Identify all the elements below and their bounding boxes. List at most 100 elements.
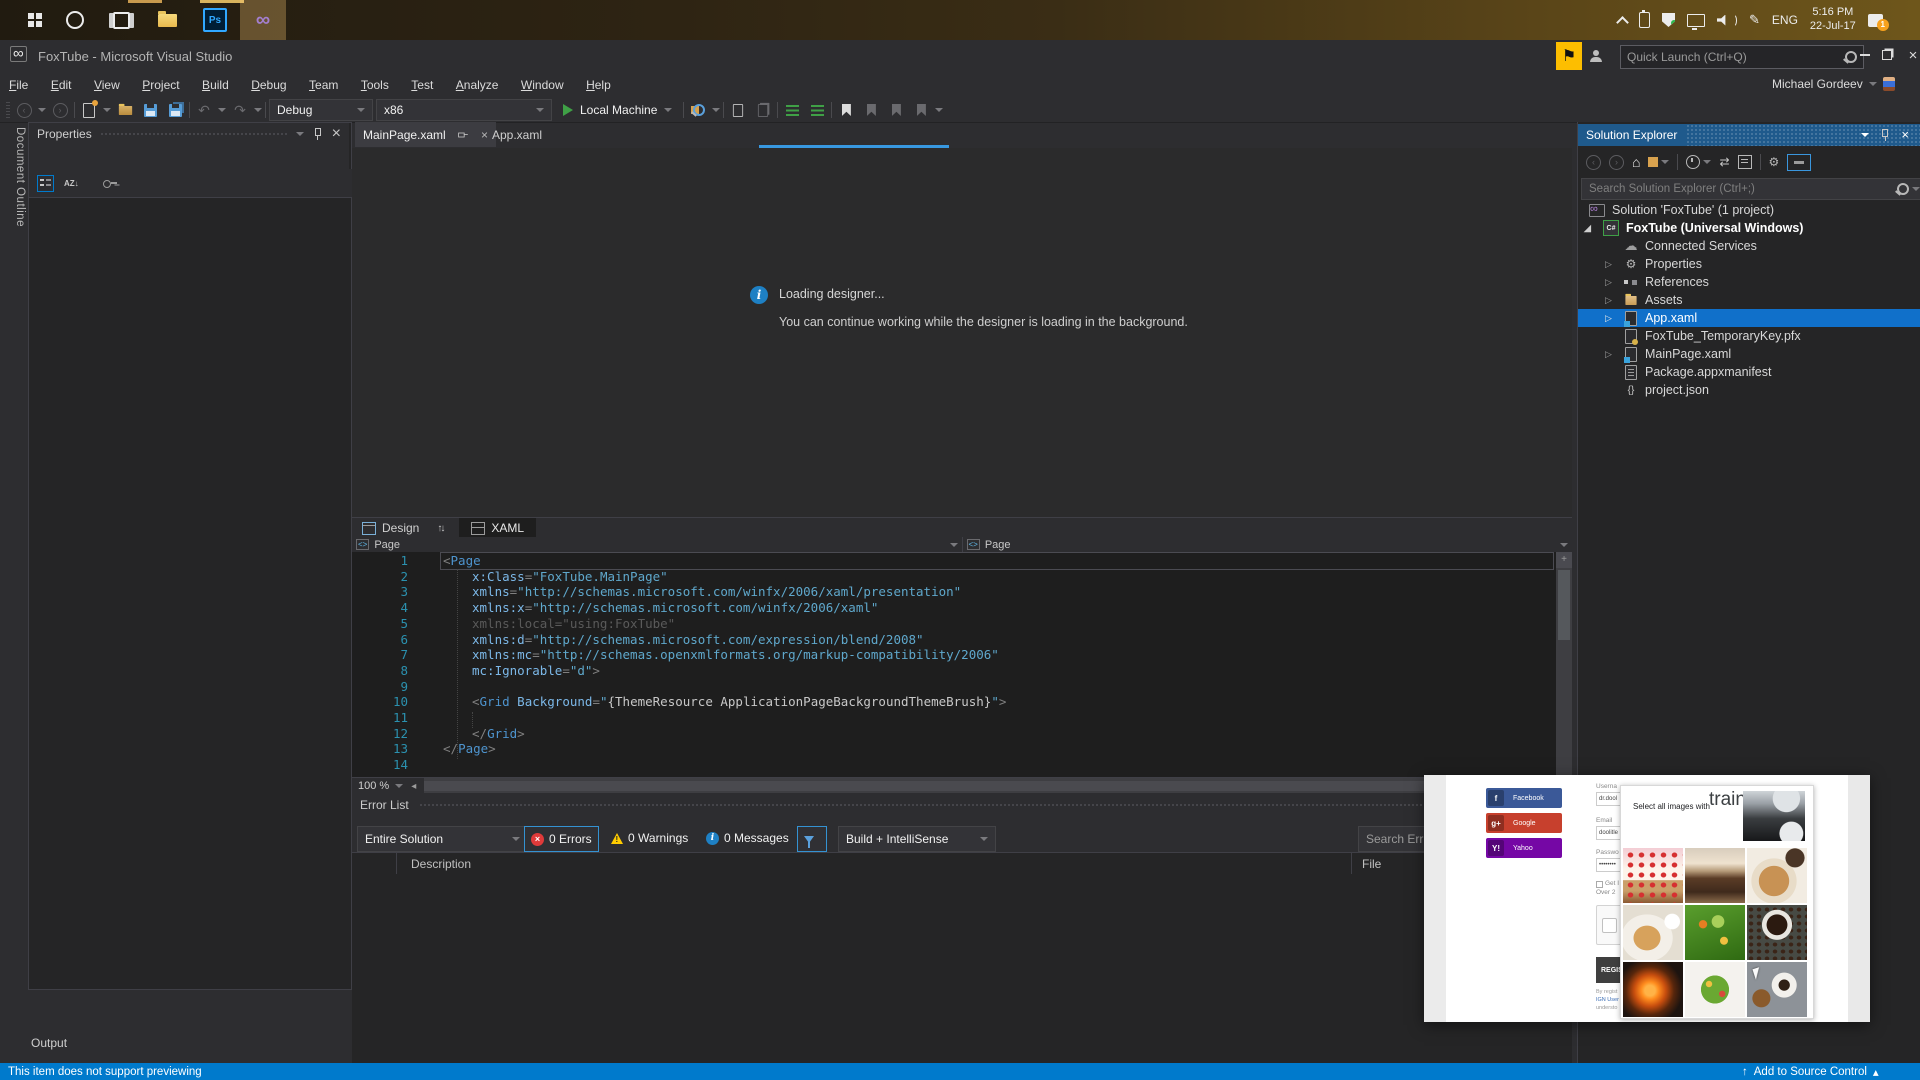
chevron-collapsed-icon[interactable]: ▷: [1605, 277, 1612, 288]
element-breadcrumb-right[interactable]: <> Page: [961, 537, 1573, 552]
language-indicator[interactable]: ENG: [1772, 13, 1798, 27]
clear-bookmarks-button[interactable]: [910, 99, 932, 121]
tree-item-references[interactable]: ▷ References: [1578, 273, 1920, 291]
volume-icon[interactable]: [1717, 13, 1737, 27]
photoshop-button[interactable]: Ps: [192, 0, 238, 40]
tree-item-assets[interactable]: ▷ Assets: [1578, 291, 1920, 309]
window-position-icon[interactable]: [1861, 133, 1869, 137]
quick-launch-input[interactable]: Quick Launch (Ctrl+Q): [1620, 45, 1864, 69]
captcha-tile-coffee-beans[interactable]: [1747, 905, 1807, 960]
document-outline-tab[interactable]: Document Outline: [2, 127, 26, 277]
menu-window[interactable]: Window: [512, 74, 573, 96]
error-scope-dropdown[interactable]: Entire Solution: [357, 826, 528, 852]
nav-forward-button[interactable]: ›: [49, 99, 71, 121]
tree-item-project-json[interactable]: {} project.json: [1578, 381, 1920, 399]
code-line[interactable]: 1 <Page: [352, 553, 1556, 569]
chevron-collapsed-icon[interactable]: ▷: [1605, 349, 1612, 360]
scroll-left-icon[interactable]: ◂: [411, 781, 416, 792]
menu-team[interactable]: Team: [300, 74, 347, 96]
menu-file[interactable]: File: [0, 74, 37, 96]
nav-back-button[interactable]: ‹: [13, 99, 35, 121]
pen-icon[interactable]: ✎: [1749, 12, 1760, 28]
tree-item-properties[interactable]: ▷ ⚙ Properties: [1578, 255, 1920, 273]
configuration-dropdown[interactable]: Debug: [269, 99, 373, 121]
network-display-icon[interactable]: [1687, 13, 1705, 30]
category-column[interactable]: [352, 853, 397, 875]
code-line[interactable]: 10 <Grid Background="{ThemeResource Appli…: [352, 694, 1556, 710]
collapse-all-icon[interactable]: [1737, 155, 1752, 169]
tree-item-project-foxtube[interactable]: ◢ C# FoxTube (Universal Windows): [1578, 219, 1920, 237]
home-icon[interactable]: ⌂: [1632, 154, 1640, 170]
preview-selected-items-button[interactable]: [1787, 153, 1812, 171]
menu-tools[interactable]: Tools: [352, 74, 398, 96]
menu-view[interactable]: View: [85, 74, 129, 96]
property-key-icon[interactable]: [102, 180, 117, 188]
scrollbar-thumb[interactable]: [424, 781, 1525, 791]
menu-analyze[interactable]: Analyze: [447, 74, 508, 96]
redo-button[interactable]: ↷: [229, 99, 251, 121]
pin-icon[interactable]: [314, 128, 322, 140]
add-to-source-control-button[interactable]: ↑ Add to Source Control ▴: [1742, 1065, 1879, 1079]
solution-explorer-header[interactable]: Solution Explorer ×: [1578, 124, 1920, 146]
swap-panes-icon[interactable]: ↑↓: [437, 523, 445, 534]
code-line[interactable]: 11: [352, 710, 1556, 726]
tree-item-mainpage-xaml[interactable]: ▷ MainPage.xaml: [1578, 345, 1920, 363]
code-line[interactable]: 2 x:Class="FoxTube.MainPage": [352, 569, 1556, 585]
close-button[interactable]: ×: [1896, 42, 1920, 68]
solution-explorer-search-input[interactable]: Search Solution Explorer (Ctrl+;): [1581, 178, 1920, 200]
code-line[interactable]: 8 mc:Ignorable="d">: [352, 663, 1556, 679]
chevron-down-icon[interactable]: [218, 108, 226, 112]
code-line[interactable]: 12 </Grid>: [352, 726, 1556, 742]
sync-icon[interactable]: ⇄: [1719, 155, 1729, 169]
properties-gear-icon[interactable]: ⚙: [1769, 155, 1780, 169]
captcha-tile-pancakes-coffee[interactable]: [1747, 848, 1807, 903]
properties-header[interactable]: Properties ×: [29, 123, 349, 145]
captcha-tile-dessert-cup[interactable]: [1685, 848, 1745, 903]
tab-app-xaml[interactable]: App.xaml: [492, 122, 552, 147]
fine-print-link[interactable]: IGN User: [1596, 997, 1619, 1003]
chevron-down-icon[interactable]: [103, 108, 111, 112]
save-button[interactable]: [139, 99, 161, 121]
battery-icon[interactable]: [1639, 10, 1650, 28]
tree-item-solution[interactable]: ∞ Solution 'FoxTube' (1 project): [1578, 201, 1920, 219]
chevron-down-icon[interactable]: [935, 108, 944, 112]
newsletter-checkbox[interactable]: [1596, 881, 1603, 888]
menu-edit[interactable]: Edit: [42, 74, 81, 96]
properties-object-selector[interactable]: [29, 145, 349, 170]
captcha-tile-breakfast-plate[interactable]: [1623, 905, 1683, 960]
captcha-tile-strawberry-cake[interactable]: [1623, 848, 1683, 903]
code-line[interactable]: 7 xmlns:mc="http://schemas.openxmlformats…: [352, 647, 1556, 663]
zoom-level[interactable]: 100 %: [352, 780, 395, 792]
menu-project[interactable]: Project: [133, 74, 188, 96]
code-line[interactable]: 13 </Page>: [352, 741, 1556, 757]
tree-item-appxmanifest[interactable]: Package.appxmanifest: [1578, 363, 1920, 381]
horizontal-scrollbar[interactable]: [424, 778, 1572, 794]
start-button[interactable]: [4, 0, 50, 40]
indent-increase-button[interactable]: [806, 99, 828, 121]
copy-button[interactable]: [752, 99, 774, 121]
errors-filter-button[interactable]: × 0 Errors: [524, 826, 599, 852]
close-icon[interactable]: ×: [481, 128, 488, 142]
back-icon[interactable]: ‹: [1586, 154, 1601, 170]
build-intellisense-dropdown[interactable]: Build + IntelliSense: [838, 826, 996, 852]
feedback-flag-button[interactable]: ⚑: [1556, 42, 1582, 70]
pin-icon[interactable]: [459, 131, 469, 137]
clock[interactable]: 5:16 PM 22-Jul-17: [1810, 6, 1856, 34]
account-menu[interactable]: Michael Gordeev: [1772, 77, 1895, 91]
switch-views-button[interactable]: [1648, 157, 1670, 167]
code-line[interactable]: 9: [352, 679, 1556, 695]
yahoo-login-button[interactable]: Y! Yahoo: [1486, 838, 1562, 858]
cortana-button[interactable]: [52, 0, 98, 40]
code-line[interactable]: 14: [352, 757, 1556, 773]
scrollbar-thumb[interactable]: [1558, 570, 1570, 640]
tree-item-app-xaml[interactable]: ▷ App.xaml: [1578, 309, 1920, 327]
error-list-body[interactable]: [352, 874, 1572, 1063]
tree-item-connected-services[interactable]: ☁ Connected Services: [1578, 237, 1920, 255]
find-in-files-button[interactable]: [687, 99, 709, 121]
navigate-backward-code-button[interactable]: [727, 99, 749, 121]
code-line[interactable]: 3 xmlns="http://schemas.microsoft.com/win…: [352, 584, 1556, 600]
output-window-title[interactable]: Output: [31, 1036, 67, 1050]
forward-icon[interactable]: ›: [1609, 154, 1624, 170]
recaptcha-checkbox[interactable]: [1602, 918, 1617, 933]
facebook-login-button[interactable]: f Facebook: [1486, 788, 1562, 808]
